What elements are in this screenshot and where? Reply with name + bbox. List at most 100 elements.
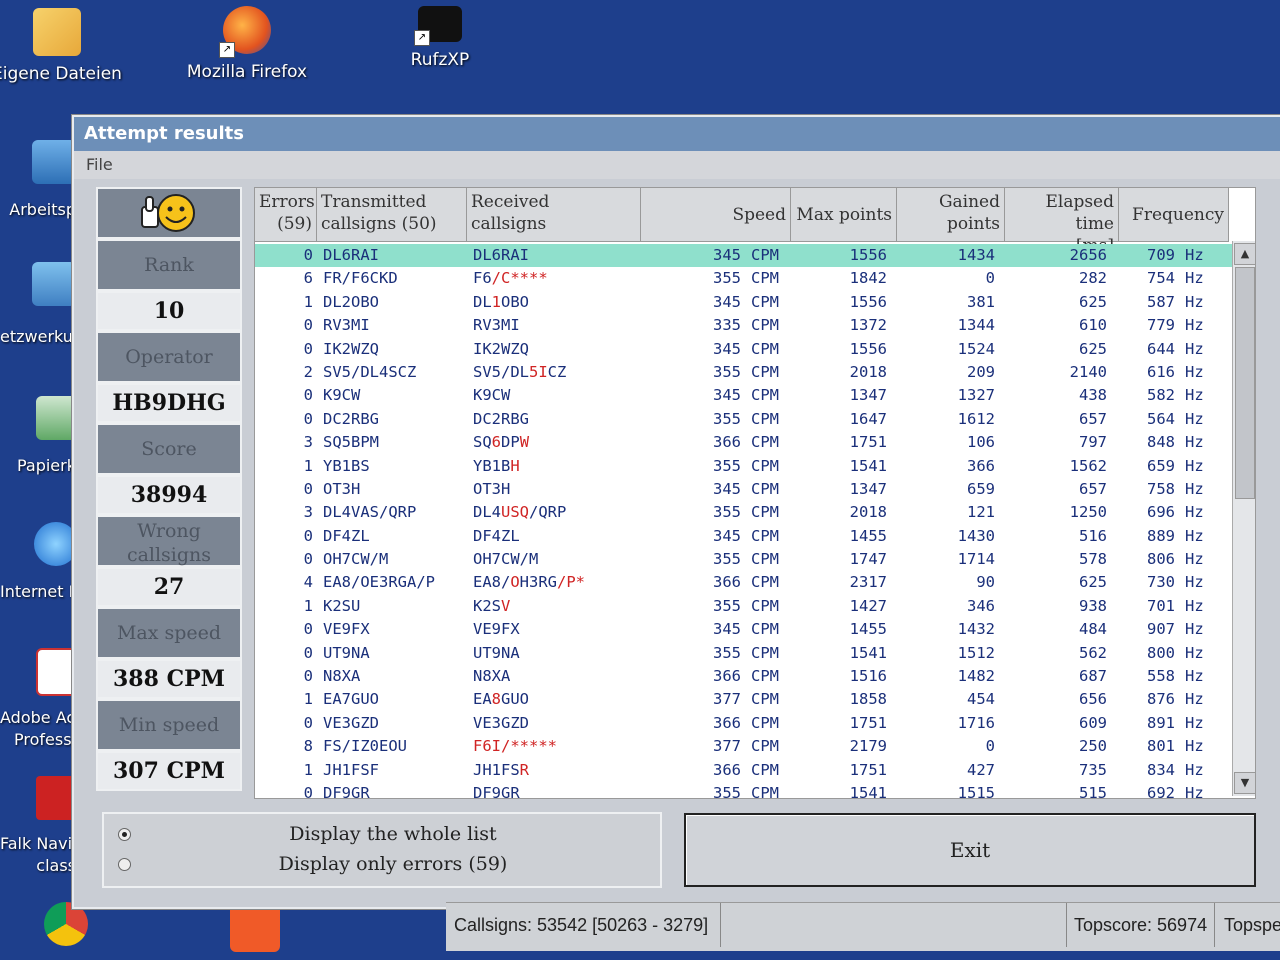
cell-received: DL4USQ/QRP [473, 503, 653, 521]
received-segment: N8XA [473, 667, 511, 686]
cell-max-points: 1556 [849, 339, 887, 358]
table-row[interactable]: 0 K9CW K9CW 345 CPM 1347 1327 438 582 Hz [255, 384, 1233, 407]
desktop-icon-papierkorb[interactable]: Papierk [0, 456, 76, 475]
received-segment: GUO [501, 690, 530, 709]
desktop-icon-eigene-dateien[interactable]: Eigene Dateien [0, 8, 122, 84]
cell-received: OT3H [473, 480, 653, 498]
table-row[interactable]: 0 VE9FX VE9FX 345 CPM 1455 1432 484 907 Hz [255, 618, 1233, 641]
col-transmitted[interactable]: Transmitted callsigns (50) [317, 188, 467, 241]
table-row[interactable]: 0 OT3H OT3H 345 CPM 1347 659 657 758 Hz [255, 478, 1233, 501]
received-error-segment: R [519, 760, 530, 779]
received-segment: DL [473, 292, 492, 311]
cell-errors: 0 [303, 479, 313, 498]
table-row[interactable]: 6 FR/F6CKD F6/C**** 355 CPM 1842 0 282 754 Hz [255, 267, 1233, 290]
desktop-icon-falk-navi[interactable]: Falk Navi-M [0, 834, 76, 853]
table-row[interactable]: 0 UT9NA UT9NA 355 CPM 1541 1512 562 800 Hz [255, 642, 1233, 665]
scroll-down-arrow-icon[interactable]: ▼ [1234, 772, 1255, 794]
cell-received: F6/C**** [473, 269, 653, 287]
table-row[interactable]: 0 DC2RBG DC2RBG 355 CPM 1647 1612 657 564 Hz [255, 408, 1233, 431]
desktop-icon-firefox[interactable]: ↗ Mozilla Firefox [182, 6, 312, 82]
cell-gained-points: 427 [967, 760, 995, 779]
cell-elapsed: 657 [1079, 409, 1107, 428]
cell-errors: 0 [303, 409, 313, 428]
cell-speed: 355 [713, 269, 741, 288]
table-row[interactable]: 1 K2SU K2SV 355 CPM 1427 346 938 701 Hz [255, 595, 1233, 618]
radio-whole-list[interactable]: Display the whole list [118, 820, 648, 848]
display-options: Display the whole list Display only erro… [102, 812, 662, 888]
exit-button[interactable]: Exit [684, 813, 1256, 887]
cell-speed: 366 [713, 667, 741, 686]
cell-frequency: 730 [1147, 573, 1175, 592]
cell-received: JH1FSR [473, 761, 653, 779]
menu-file[interactable]: File [86, 155, 113, 174]
cell-speed-unit: CPM [751, 269, 779, 288]
summary-panel: Rank 10 Operator HB9DHG Score 38994 Wron… [96, 187, 242, 791]
vertical-scrollbar[interactable]: ▲ ▼ [1232, 241, 1255, 796]
cell-errors: 3 [303, 503, 313, 522]
table-row[interactable]: 1 YB1BS YB1BH 355 CPM 1541 366 1562 659 Hz [255, 455, 1233, 478]
cell-gained-points: 1512 [957, 643, 995, 662]
cell-frequency: 696 [1147, 503, 1175, 522]
received-segment: DP [501, 433, 520, 452]
col-received[interactable]: Received callsigns [467, 188, 641, 241]
table-row[interactable]: 0 RV3MI RV3MI 335 CPM 1372 1344 610 779 Hz [255, 314, 1233, 337]
cell-received: EA8GUO [473, 690, 653, 708]
results-table[interactable]: Errors (59) Transmitted callsigns (50) R… [254, 187, 1256, 799]
radio-only-errors[interactable]: Display only errors (59) [118, 850, 648, 878]
cell-received: IK2WZQ [473, 340, 653, 358]
table-row[interactable]: 2 SV5/DL4SCZ SV5/DL5ICZ 355 CPM 2018 209 2140 61… [255, 361, 1233, 384]
attempt-results-window: Attempt results File Rank 10 Operator HB… [72, 115, 1280, 909]
desktop-icon-rufzxp[interactable]: ↗ RufzXP [375, 6, 505, 70]
desktop-icon-internet-explorer[interactable]: Internet E [0, 582, 76, 601]
col-gained-points[interactable]: Gained points [897, 188, 1005, 241]
table-row[interactable]: 0 DF4ZL DF4ZL 345 CPM 1455 1430 516 889 Hz [255, 525, 1233, 548]
radio-whole-list-label: Display the whole list [289, 823, 497, 845]
cell-received: K2SV [473, 597, 653, 615]
table-row[interactable]: 3 DL4VAS/QRP DL4USQ/QRP 355 CPM 2018 121 1250 69… [255, 501, 1233, 524]
col-speed[interactable]: Speed [641, 188, 791, 241]
col-errors[interactable]: Errors (59) [255, 188, 317, 241]
cell-errors: 1 [303, 596, 313, 615]
cell-errors: 0 [303, 246, 313, 264]
cell-gained-points: 346 [967, 596, 995, 615]
mi-icon[interactable] [230, 902, 280, 952]
table-row[interactable]: 4 EA8/OE3RGA/P EA8/OH3RG/P* 366 CPM 2317 90 625… [255, 571, 1233, 594]
table-row[interactable]: 0 VE3GZD VE3GZD 366 CPM 1751 1716 609 891 Hz [255, 712, 1233, 735]
cell-errors: 4 [303, 573, 313, 592]
wrong-label-line2: callsigns [126, 544, 212, 566]
cell-received: YB1BH [473, 457, 653, 475]
cell-elapsed: 516 [1079, 526, 1107, 545]
cell-frequency-unit: Hz [1185, 316, 1204, 335]
desktop-icon-arbeitsplatz[interactable]: Arbeitsp [0, 200, 76, 219]
cell-speed-unit: CPM [751, 433, 779, 452]
cell-received: SV5/DL5ICZ [473, 363, 653, 381]
table-row[interactable]: 0 N8XA N8XA 366 CPM 1516 1482 687 558 Hz [255, 665, 1233, 688]
col-frequency[interactable]: Frequency [1119, 188, 1229, 241]
table-row[interactable]: 1 DL2OBO DL1OBO 345 CPM 1556 381 625 587 Hz [255, 291, 1233, 314]
cell-frequency-unit: Hz [1185, 737, 1204, 756]
desktop-icon-adobe-acrobat[interactable]: Adobe Acr [0, 708, 76, 727]
table-row[interactable]: 3 SQ5BPM SQ6DPW 366 CPM 1751 106 797 848 Hz [255, 431, 1233, 454]
cell-speed-unit: CPM [751, 362, 779, 381]
table-row[interactable]: 0 OH7CW/M OH7CW/M 355 CPM 1747 1714 578 806 Hz [255, 548, 1233, 571]
received-error-segment: 1 [491, 292, 502, 311]
table-row[interactable]: 1 JH1FSF JH1FSR 366 CPM 1751 427 735 834 Hz [255, 759, 1233, 782]
wrong-callsigns-label: Wrong callsigns [96, 515, 242, 567]
cell-gained-points: 366 [967, 456, 995, 475]
received-error-segment: 6 [491, 433, 502, 452]
table-row[interactable]: 0 DL6RAI DL6RAI 345 CPM 1556 1434 2656 709 Hz [255, 244, 1233, 268]
scroll-up-arrow-icon[interactable]: ▲ [1234, 243, 1255, 265]
max-speed-label: Max speed [96, 607, 242, 659]
table-row[interactable]: 0 IK2WZQ IK2WZQ 345 CPM 1556 1524 625 644 Hz [255, 338, 1233, 361]
cell-frequency-unit: Hz [1185, 269, 1204, 288]
cell-received: OH7CW/M [473, 550, 653, 568]
received-error-segment: O [510, 573, 520, 592]
cell-errors: 0 [303, 620, 313, 639]
table-row[interactable]: 1 EA7GUO EA8GUO 377 CPM 1858 454 656 876 Hz [255, 688, 1233, 711]
table-row[interactable]: 8 FS/IZ0EOU F6I/***** 377 CPM 2179 0 250 801 Hz [255, 735, 1233, 758]
table-row[interactable]: 0 DF9GR DF9GR 355 CPM 1541 1515 515 692 Hz [255, 782, 1233, 798]
col-elapsed-time[interactable]: Elapsed time [ms] [1005, 188, 1119, 256]
desktop-icon-netzwerk[interactable]: etzwerkum [0, 327, 76, 346]
col-max-points[interactable]: Max points [791, 188, 897, 241]
scrollbar-thumb[interactable] [1235, 267, 1255, 499]
